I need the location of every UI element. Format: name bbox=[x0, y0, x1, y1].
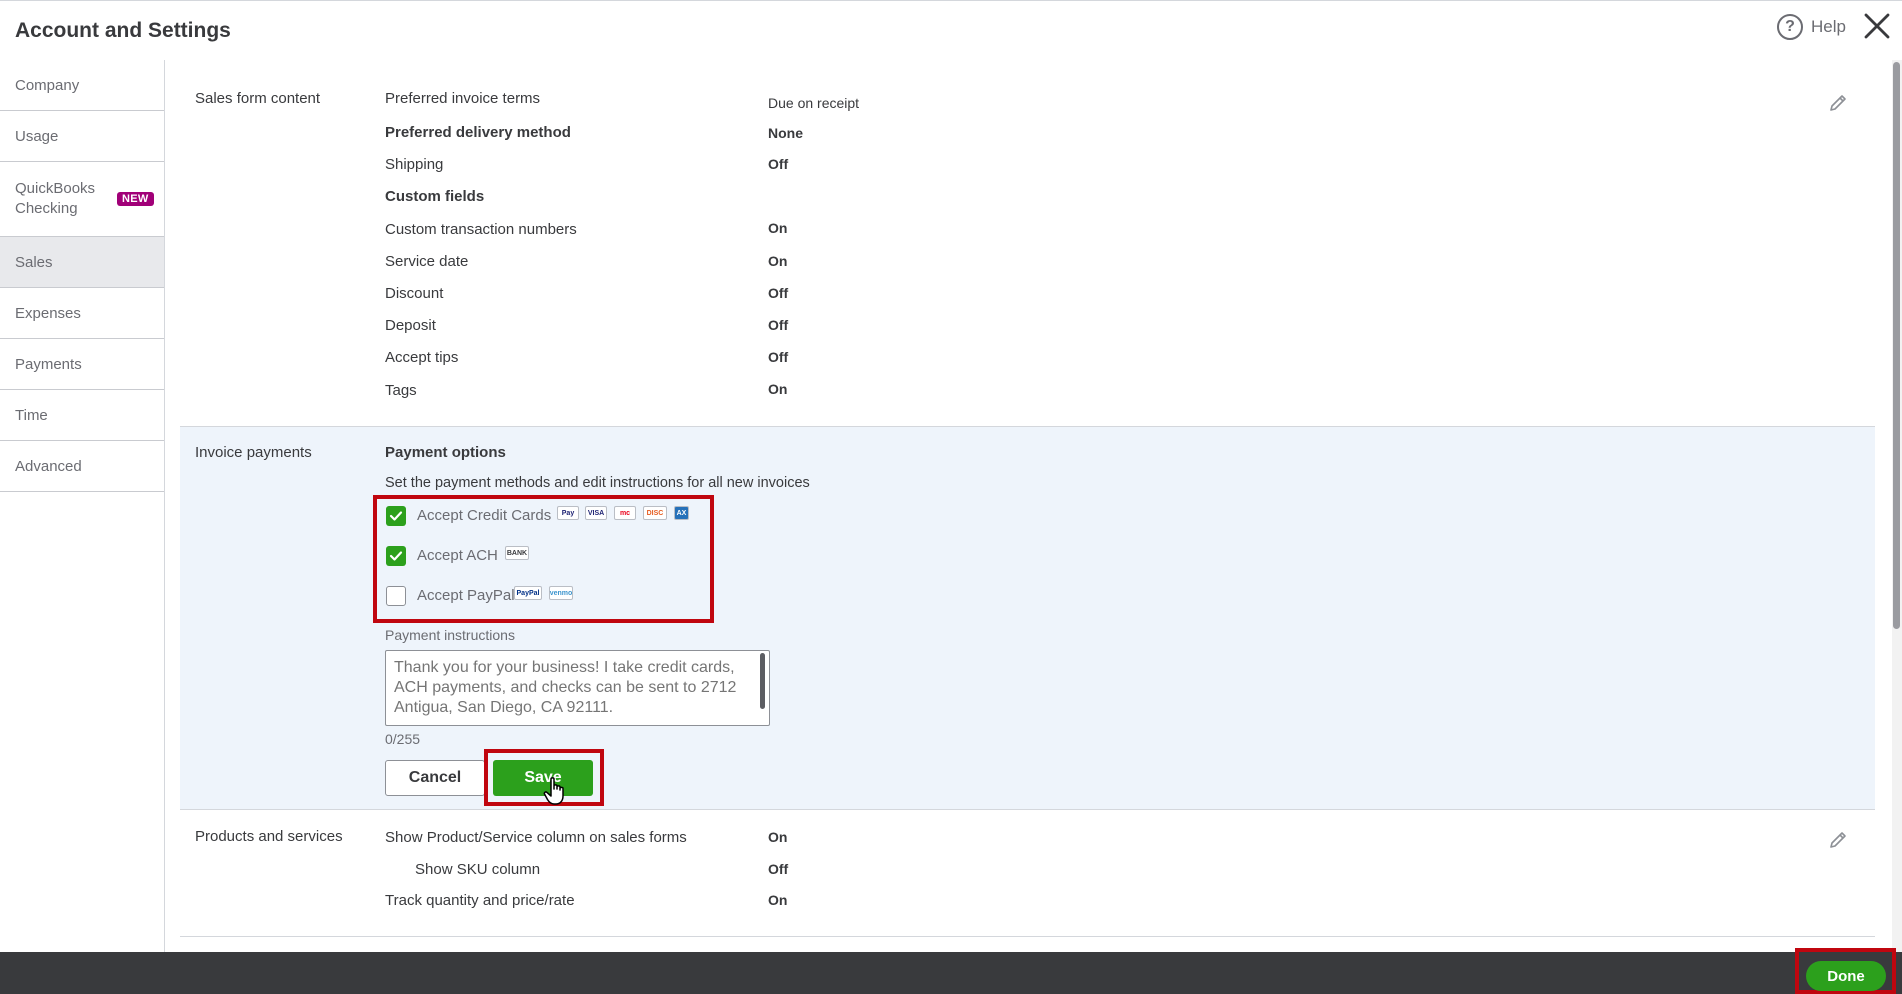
edit-pencil-icon[interactable] bbox=[1827, 92, 1849, 114]
bank-icon: BANK bbox=[505, 546, 529, 560]
accept-ach-checkbox[interactable] bbox=[386, 546, 406, 566]
row-label-preferred-invoice-terms: Preferred invoice terms bbox=[385, 90, 541, 107]
row-label-track-quantity-and-price: Track quantity and price/rate bbox=[385, 892, 575, 909]
section-label-invoice-payments: Invoice payments bbox=[195, 444, 312, 461]
row-label-custom-fields: Custom fields bbox=[385, 188, 485, 205]
accept-paypal-checkbox[interactable] bbox=[386, 586, 406, 606]
page-title: Account and Settings bbox=[15, 19, 231, 42]
payment-instructions-label: Payment instructions bbox=[385, 627, 515, 643]
payment-instructions-textarea[interactable] bbox=[385, 650, 770, 726]
amex-icon: AX bbox=[674, 506, 689, 520]
row-value-shipping: Off bbox=[768, 156, 789, 172]
row-label-tags: Tags bbox=[385, 382, 417, 399]
payment-options-title: Payment options bbox=[385, 444, 506, 461]
apple-pay-icon: Pay bbox=[557, 506, 579, 520]
new-badge: NEW bbox=[117, 192, 154, 206]
row-value-custom-transaction-numbers: On bbox=[768, 220, 788, 236]
sidebar-item-time[interactable]: Time bbox=[0, 390, 164, 441]
question-circle-icon: ? bbox=[1777, 14, 1803, 40]
venmo-icon: venmo bbox=[549, 586, 573, 600]
row-label-show-sku-column: Show SKU column bbox=[415, 861, 541, 878]
paypal-icon: PayPal bbox=[514, 586, 542, 600]
discover-icon: DISC bbox=[643, 506, 667, 520]
done-button[interactable]: Done bbox=[1806, 961, 1886, 991]
help-label: Help bbox=[1811, 17, 1846, 36]
row-value-deposit: Off bbox=[768, 317, 789, 333]
row-value-show-sku-column: Off bbox=[768, 861, 789, 877]
page-scrollbar-thumb[interactable] bbox=[1893, 62, 1900, 629]
mastercard-icon: mc bbox=[614, 506, 636, 520]
textarea-scrollbar-thumb[interactable] bbox=[760, 653, 765, 709]
accept-paypal-label: Accept PayPal bbox=[417, 587, 515, 604]
sidebar-item-advanced[interactable]: Advanced bbox=[0, 441, 164, 492]
cancel-button[interactable]: Cancel bbox=[385, 760, 485, 796]
row-value-preferred-invoice-terms: Due on receipt bbox=[768, 95, 860, 111]
row-label-show-product-service-column: Show Product/Service column on sales for… bbox=[385, 829, 687, 846]
row-label-service-date: Service date bbox=[385, 253, 469, 270]
row-label-deposit: Deposit bbox=[385, 317, 436, 334]
visa-icon: VISA bbox=[585, 506, 607, 520]
row-label-discount: Discount bbox=[385, 285, 444, 302]
row-value-accept-tips: Off bbox=[768, 349, 789, 365]
row-label-shipping: Shipping bbox=[385, 156, 444, 173]
accept-credit-cards-checkbox[interactable] bbox=[386, 506, 406, 526]
row-value-service-date: On bbox=[768, 253, 788, 269]
sidebar-item-label: QuickBooks Checking bbox=[15, 180, 96, 217]
close-icon[interactable] bbox=[1860, 9, 1894, 43]
row-value-show-product-service-column: On bbox=[768, 829, 788, 845]
sidebar-item-expenses[interactable]: Expenses bbox=[0, 288, 164, 339]
row-label-accept-tips: Accept tips bbox=[385, 349, 459, 366]
section-label-sales-form-content: Sales form content bbox=[195, 90, 321, 107]
sidebar-item-company[interactable]: Company bbox=[0, 60, 164, 111]
hand-cursor-icon bbox=[543, 777, 564, 805]
footer-bar bbox=[0, 952, 1902, 994]
row-label-preferred-delivery-method: Preferred delivery method bbox=[385, 124, 571, 141]
sidebar-item-sales[interactable]: Sales bbox=[0, 237, 164, 288]
help-button[interactable]: ? Help bbox=[1777, 14, 1846, 40]
row-value-track-quantity-and-price: On bbox=[768, 892, 788, 908]
sidebar-item-usage[interactable]: Usage bbox=[0, 111, 164, 162]
char-count: 0/255 bbox=[385, 731, 421, 747]
row-value-preferred-delivery-method: None bbox=[768, 125, 803, 141]
edit-pencil-icon[interactable] bbox=[1827, 829, 1849, 851]
accept-ach-label: Accept ACH bbox=[417, 547, 498, 564]
sidebar-item-payments[interactable]: Payments bbox=[0, 339, 164, 390]
row-value-discount: Off bbox=[768, 285, 789, 301]
section-label-products-and-services: Products and services bbox=[195, 828, 343, 845]
settings-sidebar: Company Usage QuickBooks Checking NEW Sa… bbox=[0, 60, 165, 952]
sidebar-item-quickbooks-checking[interactable]: QuickBooks Checking NEW bbox=[0, 162, 164, 237]
row-value-tags: On bbox=[768, 381, 788, 397]
payment-options-description: Set the payment methods and edit instruc… bbox=[385, 475, 810, 491]
accept-credit-cards-label: Accept Credit Cards bbox=[417, 507, 552, 524]
row-label-custom-transaction-numbers: Custom transaction numbers bbox=[385, 221, 577, 238]
section-divider bbox=[180, 936, 1875, 937]
top-bar: Account and Settings ? Help bbox=[0, 0, 1902, 60]
